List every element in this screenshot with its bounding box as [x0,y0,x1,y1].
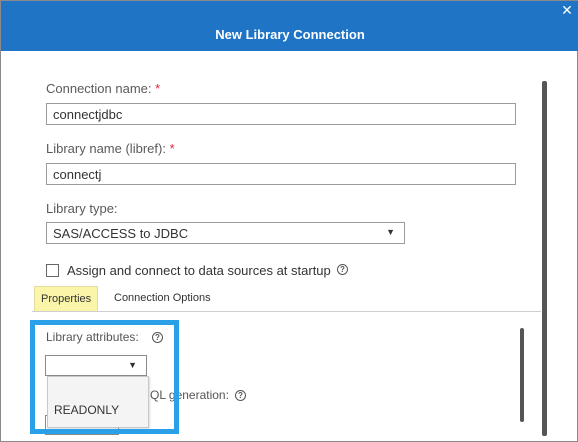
tab-connection-options-label: Connection Options [114,292,211,304]
dialog-title: New Library Connection [215,27,365,42]
tab-properties[interactable]: Properties [34,286,98,311]
highlight-annotation-box [30,320,179,434]
close-icon[interactable]: ✕ [559,2,575,18]
library-name-field[interactable]: connectj [46,163,516,185]
library-name-label: Library name (libref): * [46,141,175,156]
library-type-select[interactable]: SAS/ACCESS to JDBC ▼ [46,222,405,244]
help-icon[interactable]: ? [235,390,246,401]
tabs-divider [32,311,541,312]
new-library-connection-dialog: New Library Connection ✕ Connection name… [0,0,578,442]
properties-scrollbar[interactable] [520,328,524,422]
library-type-label: Library type: [46,201,118,216]
connection-name-field[interactable]: connectjdbc [46,103,516,125]
library-name-label-text: Library name (libref): [46,141,166,156]
connection-name-label-text: Connection name: [46,81,152,96]
chevron-down-icon: ▼ [386,227,395,237]
tab-connection-options[interactable]: Connection Options [108,286,217,311]
assign-at-startup-label: Assign and connect to data sources at st… [67,263,331,278]
library-name-value: connectj [53,167,102,182]
tab-properties-label: Properties [41,293,92,305]
help-icon[interactable]: ? [337,264,348,275]
assign-at-startup-checkbox[interactable] [46,264,59,277]
required-mark: * [169,141,175,156]
library-type-value: SAS/ACCESS to JDBC [53,226,189,241]
connection-name-label: Connection name: * [46,81,160,96]
dialog-scrollbar[interactable] [542,81,547,436]
required-mark: * [155,81,161,96]
dialog-titlebar: New Library Connection ✕ [1,1,578,51]
connection-name-value: connectjdbc [53,107,123,122]
